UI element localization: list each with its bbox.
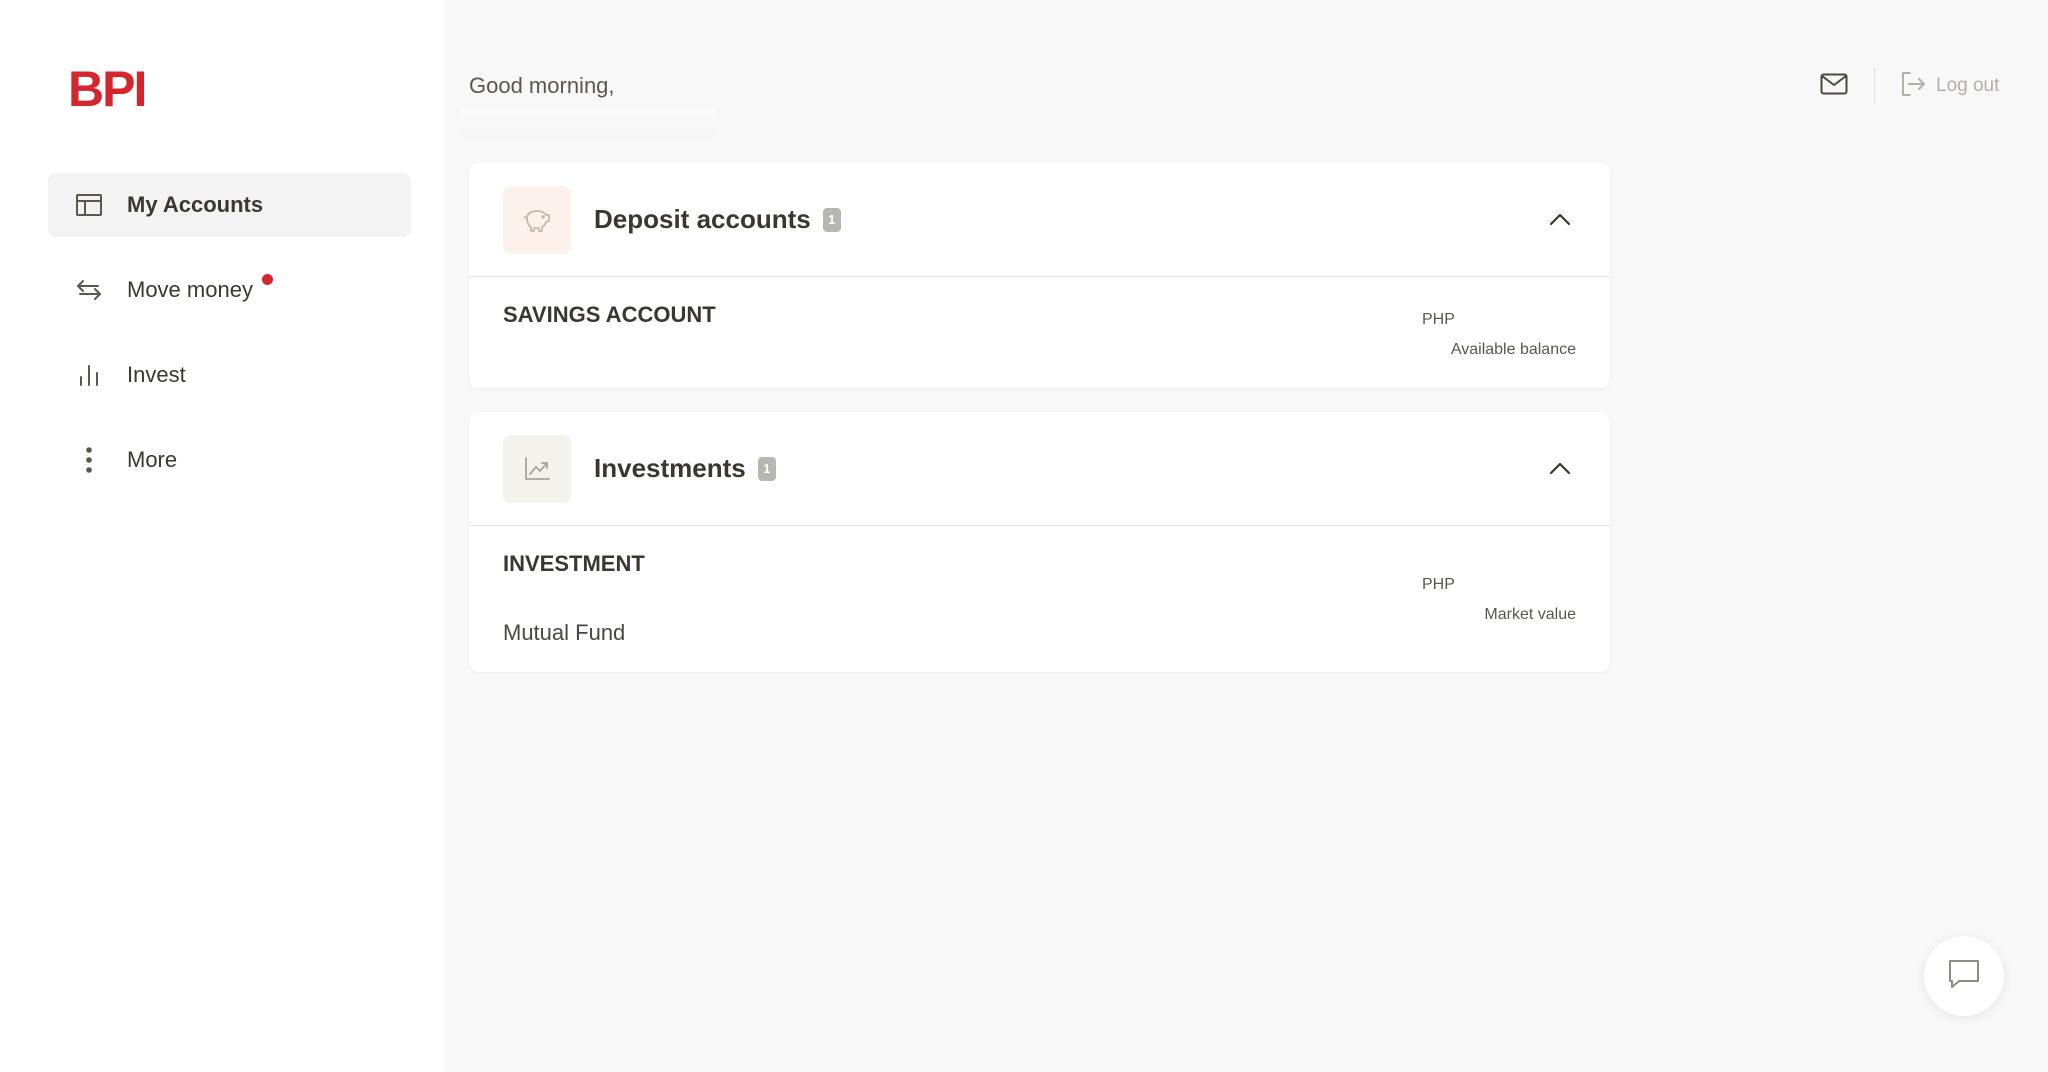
- balance-label: Available balance: [1450, 341, 1576, 358]
- greeting-name-placeholder: [459, 108, 717, 138]
- sidebar-item-label: My Accounts: [127, 192, 264, 217]
- layout-icon: [74, 190, 104, 220]
- deposit-accounts-card: Deposit accounts 1 SAVINGS ACCOUNT PHP A…: [469, 163, 1610, 388]
- deposit-accounts-header[interactable]: Deposit accounts 1: [469, 163, 1610, 277]
- currency-label: PHP: [1422, 576, 1455, 593]
- currency-label: PHP: [1422, 311, 1455, 328]
- investment-account-row[interactable]: INVESTMENT Mutual Fund PHP Market value: [469, 526, 1610, 671]
- chevron-up-icon[interactable]: [1544, 452, 1576, 484]
- app: BPI My Accounts Move money Invest More G…: [0, 0, 2048, 1072]
- sidebar-item-label: Invest: [127, 362, 186, 387]
- sidebar-item-invest[interactable]: Invest: [48, 343, 411, 407]
- piggy-bank-icon: [503, 185, 571, 254]
- account-subtitle: Mutual Fund: [503, 620, 626, 645]
- notification-dot: [262, 274, 273, 285]
- mail-button[interactable]: [1818, 70, 1850, 102]
- sidebar-nav: My Accounts Move money Invest More: [48, 173, 411, 513]
- bpi-logo[interactable]: BPI: [68, 64, 147, 114]
- count-badge: 1: [822, 207, 841, 232]
- investments-header[interactable]: Investments 1: [469, 412, 1610, 526]
- sidebar-item-label: More: [127, 447, 178, 472]
- card-title: Deposit accounts: [594, 204, 811, 234]
- bar-chart-icon: [74, 360, 104, 390]
- chat-button[interactable]: [1924, 936, 2004, 1016]
- more-vertical-icon: [74, 445, 104, 475]
- logout-icon: [1900, 71, 1926, 102]
- chat-bubble-icon: [1947, 958, 1981, 995]
- savings-account-row[interactable]: SAVINGS ACCOUNT PHP Available balance: [469, 277, 1610, 387]
- count-badge: 1: [757, 456, 776, 481]
- header-divider: [1874, 68, 1875, 104]
- balance-label: Market value: [1484, 606, 1576, 623]
- sidebar-item-my-accounts[interactable]: My Accounts: [48, 173, 411, 237]
- mail-icon: [1820, 73, 1848, 100]
- investments-card: Investments 1 INVESTMENT Mutual Fund PHP…: [469, 412, 1610, 672]
- greeting-text: Good morning,: [469, 73, 615, 98]
- logout-label: Log out: [1936, 75, 2000, 96]
- sidebar: BPI My Accounts Move money Invest More: [0, 0, 444, 1072]
- chevron-up-icon[interactable]: [1544, 203, 1576, 235]
- transfer-arrows-icon: [74, 275, 104, 305]
- sidebar-item-label: Move money: [127, 277, 253, 302]
- sidebar-item-more[interactable]: More: [48, 428, 411, 492]
- card-title: Investments: [594, 453, 746, 483]
- logout-button[interactable]: Log out: [1900, 70, 1999, 102]
- trend-chart-icon: [503, 434, 571, 503]
- account-name: SAVINGS ACCOUNT: [503, 302, 716, 327]
- account-name: INVESTMENT: [503, 551, 645, 576]
- sidebar-item-move-money[interactable]: Move money: [48, 258, 411, 322]
